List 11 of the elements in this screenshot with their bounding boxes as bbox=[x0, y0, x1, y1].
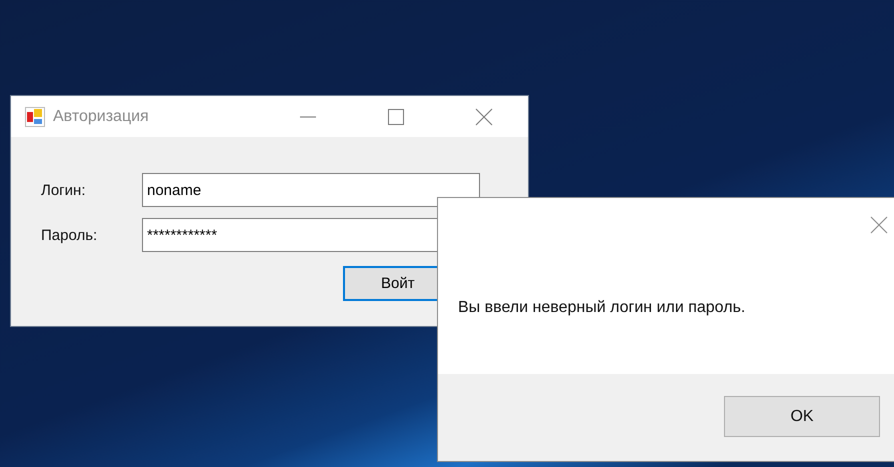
close-icon[interactable] bbox=[870, 216, 888, 234]
input-field[interactable]: noname bbox=[142, 173, 480, 207]
window-title: Авторизация bbox=[53, 108, 150, 126]
app-icon bbox=[25, 106, 45, 126]
minimize-icon bbox=[300, 116, 316, 118]
field-label: Логин: bbox=[41, 182, 86, 198]
ok-button[interactable]: OK bbox=[724, 396, 880, 437]
field-label: Пароль: bbox=[41, 226, 98, 244]
error-message: Вы ввели неверный логин или пароль. bbox=[458, 299, 746, 317]
maximize-icon bbox=[386, 106, 406, 126]
close-icon bbox=[474, 106, 494, 126]
